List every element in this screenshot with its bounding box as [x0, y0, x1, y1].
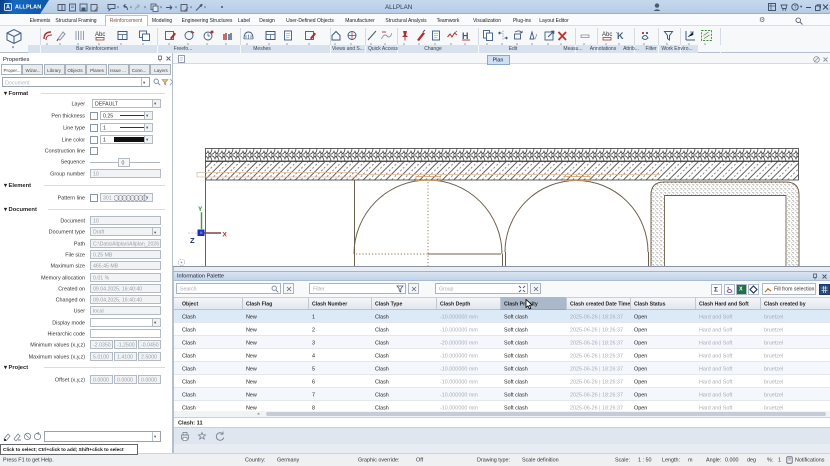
svg-text:X: X: [223, 232, 228, 239]
svg-text:Abc: Abc: [602, 32, 612, 38]
svg-text:H: H: [462, 31, 469, 41]
svg-text:Abc: Abc: [95, 32, 105, 38]
svg-text:Z: Z: [190, 236, 195, 245]
svg-text:Y: Y: [198, 206, 203, 213]
svg-text:K: K: [617, 31, 624, 41]
svg-text:?: ?: [794, 5, 797, 11]
